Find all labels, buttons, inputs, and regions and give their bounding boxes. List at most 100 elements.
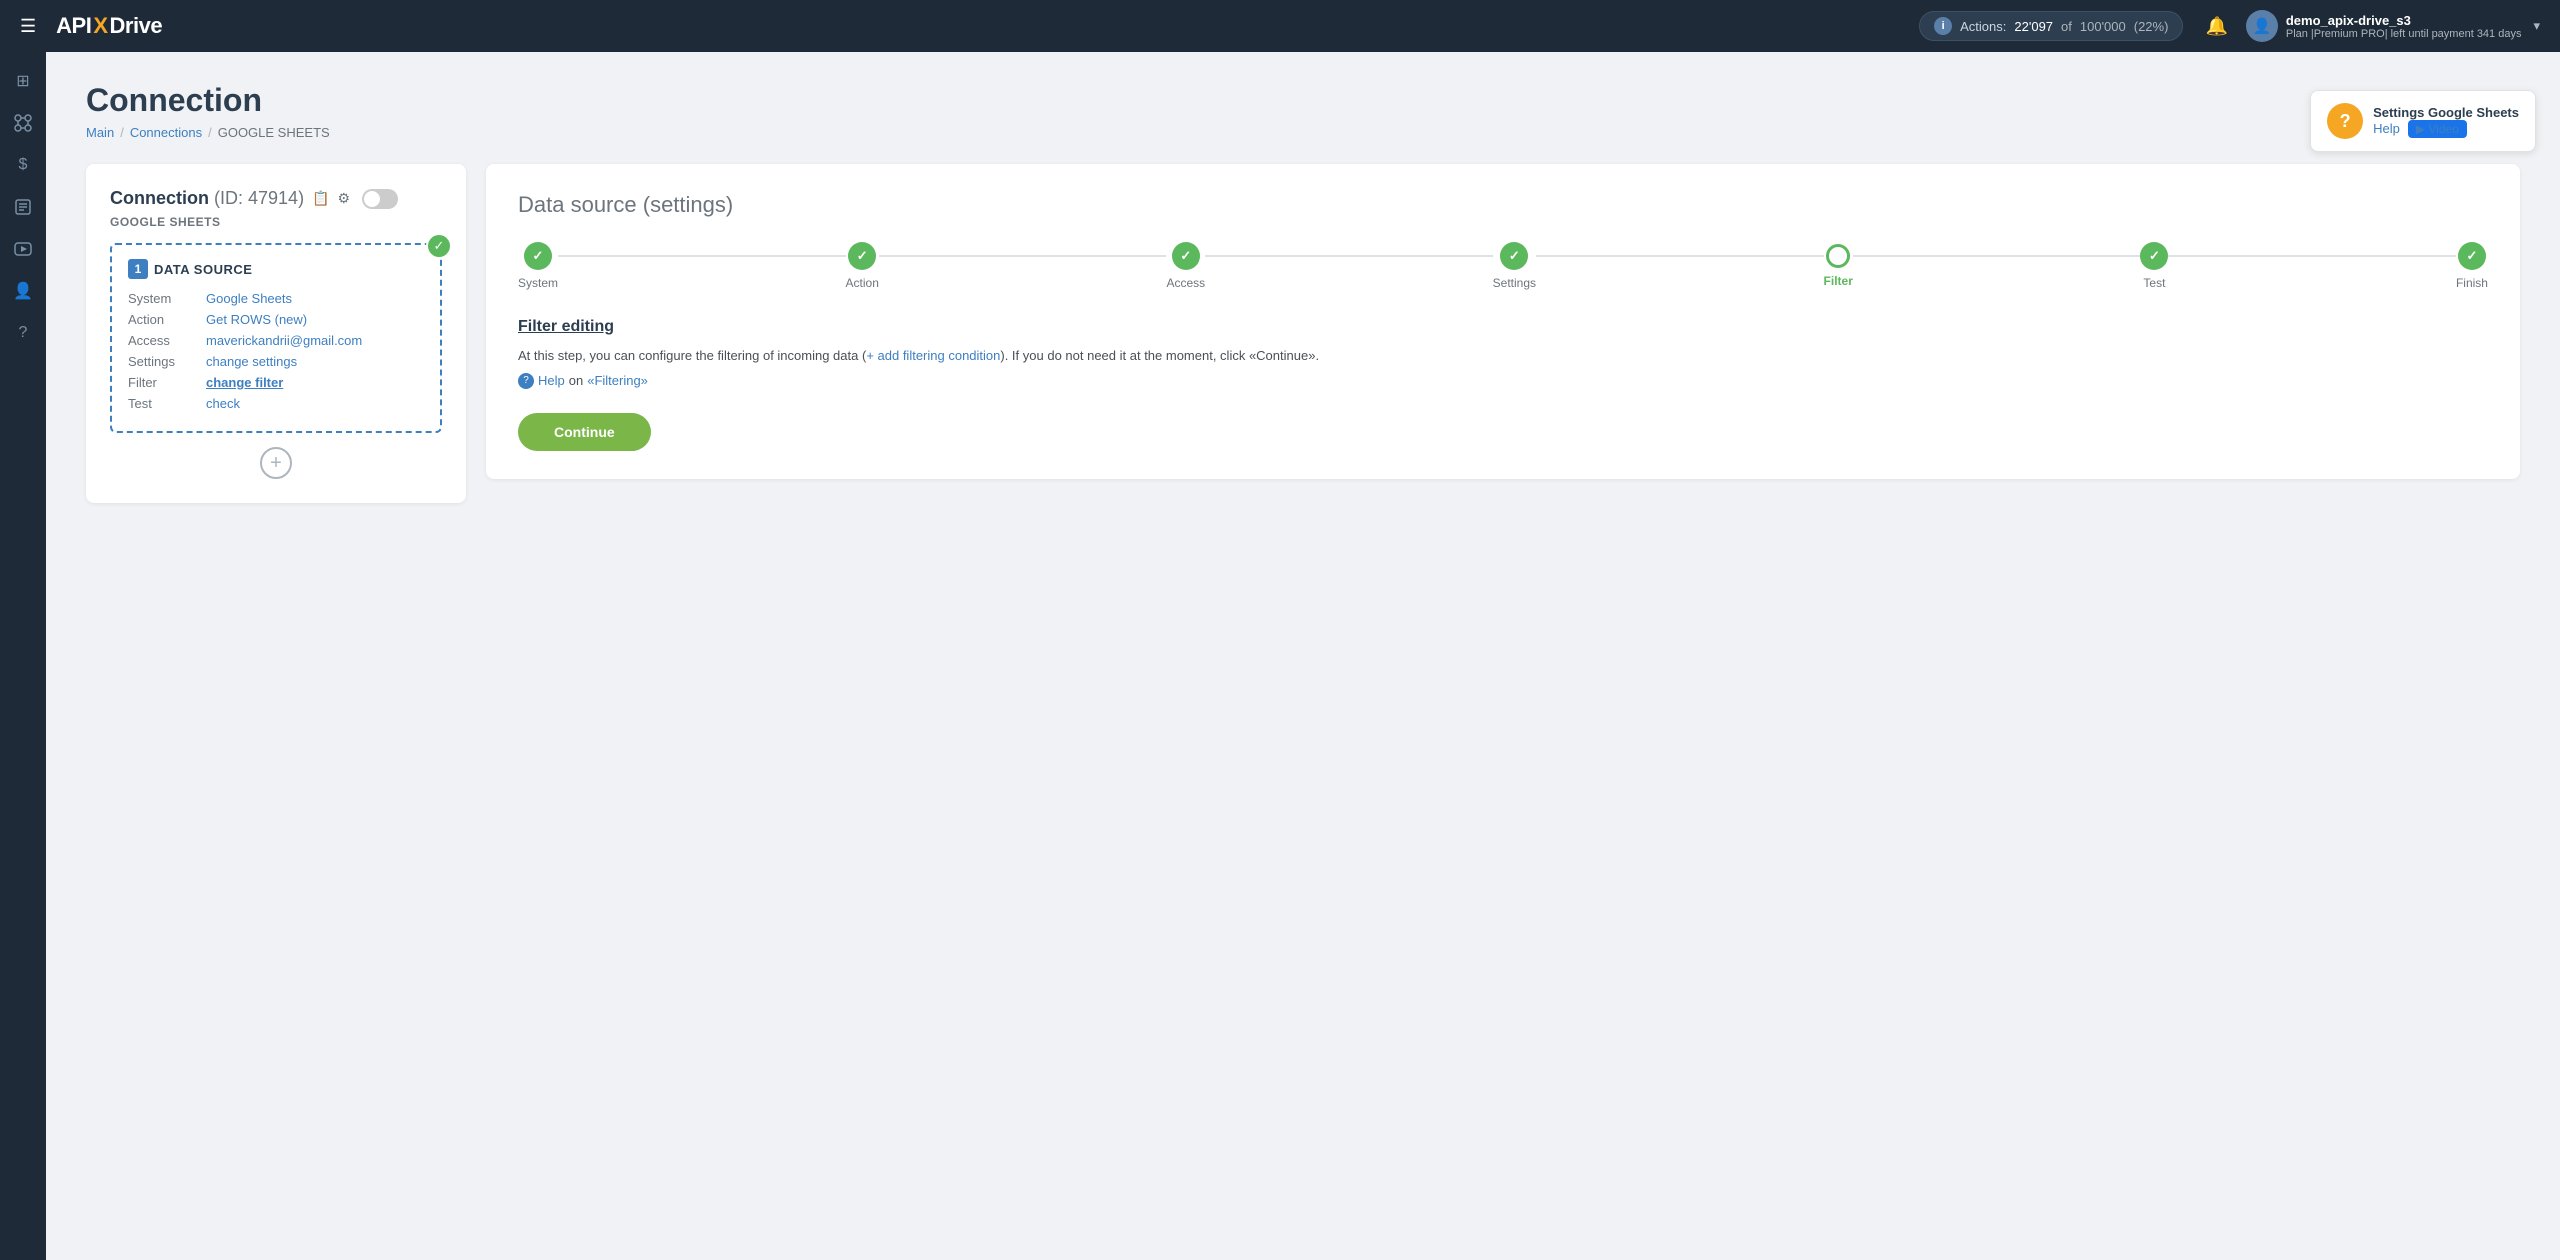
main-layout: ⊞ $ xyxy=(0,52,2560,1260)
datasource-card-title: Data source (settings) xyxy=(518,192,2488,218)
datasource-header: 1 DATA SOURCE xyxy=(128,259,424,279)
step-finish: ✓ Finish xyxy=(2456,242,2488,290)
step-label-filter: Filter xyxy=(1824,274,1853,288)
copy-icon[interactable]: 📋 xyxy=(312,190,329,207)
chevron-down-icon: ▾ xyxy=(2533,18,2540,34)
steps-row: ✓ System ✓ Action ✓ Access xyxy=(518,242,2488,290)
row-label: Filter xyxy=(128,375,198,390)
sidebar-item-youtube[interactable] xyxy=(4,230,42,268)
bell-icon[interactable]: 🔔 xyxy=(2205,16,2227,37)
left-card: Connection (ID: 47914) 📋 ⚙ GOOGLE SHEETS… xyxy=(86,164,466,503)
video-link[interactable]: ▶ Video xyxy=(2408,120,2467,138)
help-widget: ? Settings Google Sheets Help ▶ Video xyxy=(2310,90,2536,152)
row-value-access[interactable]: maverickandrii@gmail.com xyxy=(206,333,362,348)
row-value-filter[interactable]: change filter xyxy=(206,375,283,390)
sidebar-item-profile[interactable]: 👤 xyxy=(4,272,42,310)
breadcrumb: Main / Connections / GOOGLE SHEETS xyxy=(86,125,2520,140)
actions-total: 100'000 xyxy=(2080,19,2126,34)
step-connector-1 xyxy=(558,255,846,257)
row-value-action[interactable]: Get ROWS (new) xyxy=(206,312,307,327)
datasource-row-access: Access maverickandrii@gmail.com xyxy=(128,333,424,348)
help-link[interactable]: Help xyxy=(2373,121,2400,136)
step-label-test: Test xyxy=(2143,276,2165,290)
logo-x: X xyxy=(93,13,107,39)
row-label: Settings xyxy=(128,354,198,369)
step-settings: ✓ Settings xyxy=(1493,242,1536,290)
row-label: Access xyxy=(128,333,198,348)
help-widget-links: Help ▶ Video xyxy=(2373,120,2519,138)
sidebar-item-tasks[interactable] xyxy=(4,188,42,226)
user-info: demo_apix-drive_s3 Plan |Premium PRO| le… xyxy=(2286,13,2522,40)
datasource-title: DATA SOURCE xyxy=(154,262,252,277)
step-circle-settings: ✓ xyxy=(1500,242,1528,270)
logo-api: API xyxy=(56,13,91,39)
help-text-link[interactable]: Help xyxy=(538,373,565,388)
filter-desc: At this step, you can configure the filt… xyxy=(518,346,2488,367)
cards-row: Connection (ID: 47914) 📋 ⚙ GOOGLE SHEETS… xyxy=(86,164,2520,503)
actions-label: Actions: xyxy=(1960,19,2006,34)
step-label-finish: Finish xyxy=(2456,276,2488,290)
step-action: ✓ Action xyxy=(846,242,879,290)
logo-drive: Drive xyxy=(110,13,163,39)
filter-help-icon: ? xyxy=(518,373,534,389)
step-label-action: Action xyxy=(846,276,879,290)
topnav: ☰ APIXDrive i Actions: 22'097 of 100'000… xyxy=(0,0,2560,52)
settings-icon[interactable]: ⚙ xyxy=(338,190,351,207)
sidebar: ⊞ $ xyxy=(0,52,46,1260)
row-value-system[interactable]: Google Sheets xyxy=(206,291,292,306)
datasource-row-system: System Google Sheets xyxy=(128,291,424,306)
help-widget-title: Settings Google Sheets xyxy=(2373,105,2519,120)
step-connector-2 xyxy=(879,255,1167,257)
filter-help: ? Help on «Filtering» xyxy=(518,373,2488,389)
hamburger-icon[interactable]: ☰ xyxy=(20,16,36,37)
sidebar-item-dashboard[interactable]: ⊞ xyxy=(4,62,42,100)
sidebar-item-help[interactable]: ? xyxy=(4,314,42,352)
breadcrumb-current: GOOGLE SHEETS xyxy=(218,125,330,140)
step-circle-test: ✓ xyxy=(2140,242,2168,270)
step-label-settings: Settings xyxy=(1493,276,1536,290)
step-circle-filter xyxy=(1826,244,1850,268)
row-value-test[interactable]: check xyxy=(206,396,240,411)
user-name: demo_apix-drive_s3 xyxy=(2286,13,2522,28)
avatar: 👤 xyxy=(2246,10,2278,42)
sidebar-item-billing[interactable]: $ xyxy=(4,146,42,184)
logo: APIXDrive xyxy=(56,13,162,39)
user-plan: Plan |Premium PRO| left until payment 34… xyxy=(2286,28,2522,40)
continue-button[interactable]: Continue xyxy=(518,413,651,451)
step-connector-5 xyxy=(1853,255,2141,257)
step-circle-access: ✓ xyxy=(1172,242,1200,270)
step-filter: Filter xyxy=(1824,244,1853,288)
breadcrumb-connections[interactable]: Connections xyxy=(130,125,202,140)
add-connection-button[interactable]: + xyxy=(260,447,292,479)
row-label: Test xyxy=(128,396,198,411)
datasource-row-settings: Settings change settings xyxy=(128,354,424,369)
step-label-access: Access xyxy=(1166,276,1205,290)
step-test: ✓ Test xyxy=(2140,242,2168,290)
row-label: System xyxy=(128,291,198,306)
step-circle-system: ✓ xyxy=(524,242,552,270)
actions-of: of xyxy=(2061,19,2072,34)
row-value-settings[interactable]: change settings xyxy=(206,354,297,369)
avatar-icon: 👤 xyxy=(2253,17,2272,35)
connection-id: (ID: 47914) xyxy=(214,188,304,208)
datasource-row-test: Test check xyxy=(128,396,424,411)
step-system: ✓ System xyxy=(518,242,558,290)
sidebar-item-connections[interactable] xyxy=(4,104,42,142)
step-circle-action: ✓ xyxy=(848,242,876,270)
datasource-number: 1 xyxy=(128,259,148,279)
breadcrumb-sep-2: / xyxy=(208,125,212,140)
datasource-row-action: Action Get ROWS (new) xyxy=(128,312,424,327)
service-label: GOOGLE SHEETS xyxy=(110,215,442,229)
step-connector-4 xyxy=(1536,255,1824,257)
add-filter-condition-link[interactable]: + add filtering condition xyxy=(866,348,1000,363)
page-title: Connection xyxy=(86,82,2520,119)
step-connector-6 xyxy=(2168,255,2456,257)
datasource-row-filter: Filter change filter xyxy=(128,375,424,390)
help-widget-body: Settings Google Sheets Help ▶ Video xyxy=(2373,105,2519,138)
user-menu[interactable]: 👤 demo_apix-drive_s3 Plan |Premium PRO| … xyxy=(2246,10,2540,42)
filtering-link[interactable]: «Filtering» xyxy=(587,373,648,388)
breadcrumb-main[interactable]: Main xyxy=(86,125,114,140)
main-content: ? Settings Google Sheets Help ▶ Video Co… xyxy=(46,52,2560,1260)
connection-toggle[interactable] xyxy=(362,189,398,209)
breadcrumb-sep-1: / xyxy=(120,125,124,140)
